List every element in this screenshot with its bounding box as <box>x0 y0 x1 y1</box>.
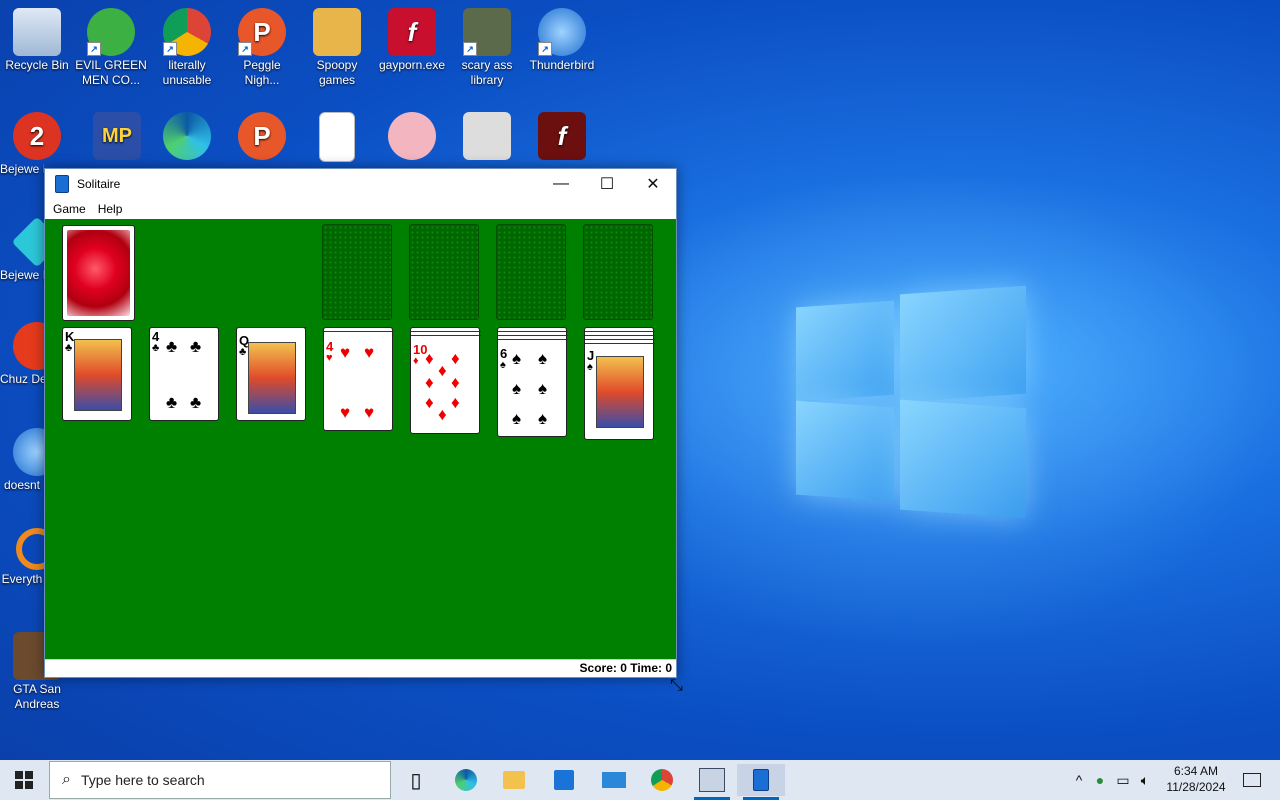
solitaire-app-icon <box>55 175 69 193</box>
desktop-icon-scary-ass-library[interactable]: ↗ scary ass library <box>450 8 524 88</box>
card-back-icon <box>67 230 130 316</box>
document-icon <box>319 112 355 162</box>
tableau-card-6[interactable]: 6 ♠ ♠ ♠ ♠ ♠ ♠ ♠ <box>497 327 568 437</box>
network-icon[interactable]: ▭ <box>1112 772 1134 789</box>
windows-logo-wallpaper <box>790 282 1030 522</box>
taskbar: ⌕ Type here to search ▯ ^ ● ▭ 🔈︎ 6:34 AM… <box>0 760 1280 800</box>
desktop-icon-text-file[interactable] <box>300 112 374 164</box>
anime-character-icon <box>388 112 436 160</box>
pixel-dog-icon <box>463 112 511 160</box>
taskbar-clock[interactable]: 6:34 AM 11/28/2024 <box>1160 763 1232 795</box>
taskbar-mail[interactable] <box>590 764 638 796</box>
tableau-card-5[interactable]: 10 ♦ ♦ ♦ ♦ ♦ ♦ ♦ ♦ ♦ <box>410 327 481 434</box>
bejeweled2-icon: 2 <box>13 112 61 160</box>
taskbar-search-box[interactable]: ⌕ Type here to search <box>49 761 391 799</box>
taskbar-solitaire[interactable] <box>737 764 785 800</box>
foundation-slot-1[interactable] <box>322 224 392 320</box>
folder-icon <box>503 771 525 789</box>
jack-face-icon <box>596 356 644 428</box>
score-time-readout: Score: 0 Time: 0 <box>579 661 672 675</box>
minimize-button[interactable]: — <box>538 169 584 199</box>
notification-icon <box>1243 773 1261 787</box>
taskbar-app-window[interactable] <box>688 764 736 800</box>
menu-game[interactable]: Game <box>47 202 92 216</box>
solitaire-app-icon <box>753 769 769 791</box>
tableau-card-4[interactable]: 4 ♥ ♥ ♥ ♥ ♥ <box>323 327 394 431</box>
recycle-bin-icon <box>13 8 61 56</box>
windows-start-icon <box>15 771 33 789</box>
taskbar-store[interactable] <box>540 764 588 796</box>
taskbar-edge[interactable] <box>442 764 490 796</box>
search-placeholder: Type here to search <box>80 772 205 788</box>
task-view-icon: ▯ <box>410 769 422 792</box>
desktop-icon-edge[interactable] <box>150 112 224 164</box>
clock-time: 6:34 AM <box>1173 764 1219 778</box>
edge-icon <box>163 112 211 160</box>
queen-face-icon <box>248 342 296 414</box>
taskbar-file-explorer[interactable] <box>490 764 538 796</box>
desktop-icon-peggle-2[interactable]: P <box>225 112 299 164</box>
library-icon: ↗ <box>463 8 511 56</box>
user-people-icon[interactable]: ● <box>1088 772 1112 788</box>
tableau-card-1[interactable]: K ♣ <box>62 327 132 421</box>
desktop-icon-pixel-dog[interactable] <box>450 112 524 164</box>
volume-icon[interactable]: 🔈︎ <box>1134 772 1156 789</box>
clock-date: 11/28/2024 <box>1166 780 1226 794</box>
flash-icon: f <box>538 112 586 160</box>
folder-icon <box>313 8 361 56</box>
start-button[interactable] <box>0 760 48 800</box>
peggle-icon: P ↗ <box>238 8 286 56</box>
tableau-card-7[interactable]: J ♠ <box>584 327 655 440</box>
desktop-icon-anime[interactable] <box>375 112 449 164</box>
game-board[interactable]: K ♣ 4 ♣ ♣ ♣ ♣ ♣ Q ♣ 4 ♥ ♥ ♥ ♥ ♥ 10 ♦ ♦ ♦… <box>45 219 676 660</box>
window-title: Solitaire <box>77 177 121 191</box>
notification-center-button[interactable] <box>1232 764 1272 796</box>
menu-bar: Game Help <box>45 199 676 219</box>
green-people-icon: ↗ <box>87 8 135 56</box>
thunderbird-icon: ↗ <box>538 8 586 56</box>
stock-pile[interactable] <box>62 225 135 321</box>
menu-help[interactable]: Help <box>92 202 129 216</box>
status-bar: Score: 0 Time: 0 <box>45 659 676 677</box>
taskbar-chrome[interactable] <box>638 764 686 796</box>
foundation-slot-3[interactable] <box>496 224 566 320</box>
king-face-icon <box>74 339 122 411</box>
tableau-card-3[interactable]: Q ♣ <box>236 327 307 421</box>
desktop-icon-literally-unusable[interactable]: ↗ literally unusable <box>150 8 224 88</box>
system-tray: ^ ● ▭ 🔈︎ <box>1070 760 1156 800</box>
flash-icon: f <box>388 8 436 56</box>
desktop-icon-gayporn-exe[interactable]: f gayporn.exe <box>375 8 449 73</box>
app-window-icon <box>699 768 725 792</box>
solitaire-window[interactable]: Solitaire — ☐ ✕ Game Help K ♣ 4 ♣ ♣ ♣ ♣ … <box>44 168 677 678</box>
foundation-slot-4[interactable] <box>583 224 653 320</box>
desktop-icon-peggle[interactable]: P ↗ Peggle Nigh... <box>225 8 299 88</box>
mail-icon <box>602 772 626 788</box>
tableau-card-2[interactable]: 4 ♣ ♣ ♣ ♣ ♣ <box>149 327 219 421</box>
media-player-icon: MP <box>93 112 141 160</box>
desktop-icon-recycle-bin[interactable]: Recycle Bin <box>0 8 74 73</box>
chrome-icon: ↗ <box>163 8 211 56</box>
search-icon: ⌕ <box>62 771 71 788</box>
task-view-button[interactable]: ▯ <box>392 764 440 796</box>
chrome-icon <box>651 769 673 791</box>
desktop-icon-spoopy-games[interactable]: Spoopy games <box>300 8 374 88</box>
desktop-icon-thunderbird[interactable]: ↗ Thunderbird <box>525 8 599 73</box>
resize-cursor-icon: ⤡ <box>670 677 683 694</box>
desktop-icon-mpc[interactable]: MP <box>80 112 154 164</box>
foundation-slot-2[interactable] <box>409 224 479 320</box>
maximize-button[interactable]: ☐ <box>584 169 630 199</box>
title-bar[interactable]: Solitaire — ☐ ✕ <box>45 169 676 199</box>
edge-icon <box>455 769 477 791</box>
store-icon <box>554 770 574 790</box>
peggle-icon: P <box>238 112 286 160</box>
close-button[interactable]: ✕ <box>630 169 676 199</box>
desktop-icon-evil-green-men[interactable]: ↗ EVIL GREEN MEN CO... <box>74 8 148 88</box>
desktop-icon-flash-player[interactable]: f <box>525 112 599 164</box>
show-hidden-icons-chevron-up-icon[interactable]: ^ <box>1070 772 1088 788</box>
